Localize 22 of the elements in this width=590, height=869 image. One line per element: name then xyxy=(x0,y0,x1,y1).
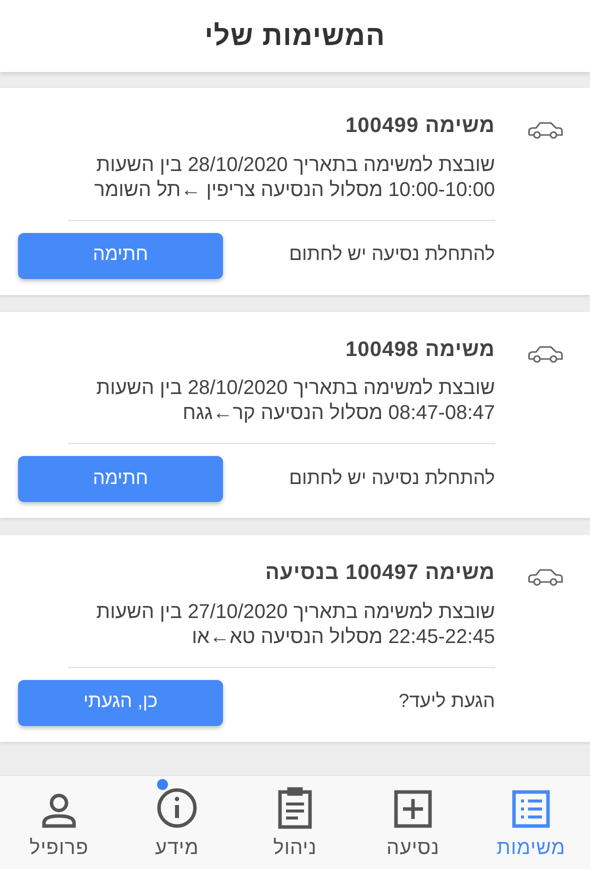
page-title: המשימות שלי xyxy=(204,19,386,53)
task-title: משימה 100499 xyxy=(344,113,495,139)
clipboard-icon xyxy=(277,787,313,829)
car-icon xyxy=(526,344,564,364)
nav-tab[interactable]: מידע xyxy=(118,776,236,869)
action-prompt: להתחלת נסיעה יש לחתום xyxy=(289,466,495,491)
task-title: משימה 100498 xyxy=(344,336,495,362)
plus-icon xyxy=(393,789,433,829)
car-icon xyxy=(526,120,564,140)
list-icon xyxy=(511,789,551,829)
person-icon xyxy=(41,793,77,829)
nav-tab[interactable]: פרופיל xyxy=(0,776,118,869)
task-title: משימה 100497 בנסיעה xyxy=(264,560,495,586)
info-icon xyxy=(156,787,198,829)
nav-tab[interactable]: נסיעה xyxy=(354,776,472,869)
task-description: שובצת למשימה בתאריך 28/10/2020 בין השעות 10:00-10:00 מסלול הנסיעה צריפין ←תל השומר xyxy=(68,152,495,220)
nav-tab[interactable]: ניהול xyxy=(236,776,354,869)
task-description: שובצת למשימה בתאריך 28/10/2020 בין השעות 08:47-08:47 מסלול הנסיעה קר←גגח xyxy=(68,376,495,444)
action-prompt: הגעת ליעד? xyxy=(398,690,495,714)
action-prompt: להתחלת נסיעה יש לחתום xyxy=(289,243,495,268)
task-description: שובצת למשימה בתאריך 27/10/2020 בין השעות 22:45-22:45 מסלול הנסיעה טא←או xyxy=(68,600,495,668)
car-icon xyxy=(526,567,564,587)
